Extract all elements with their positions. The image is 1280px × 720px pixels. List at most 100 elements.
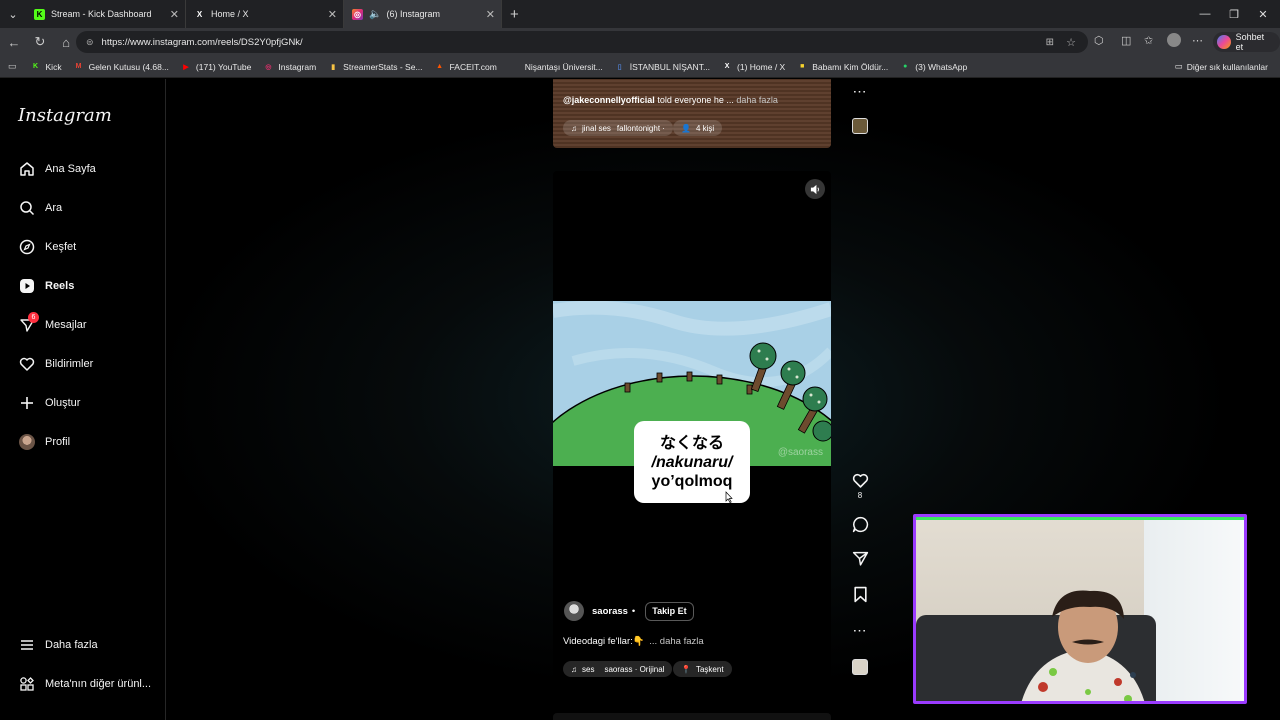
bookmark-istanbul-nisantasi[interactable]: ▯ İSTANBUL NİŞANT... xyxy=(615,62,710,72)
x-icon: X xyxy=(724,63,730,70)
close-icon[interactable]: ✕ xyxy=(170,8,179,21)
window-close-icon[interactable]: ✕ xyxy=(1248,0,1278,28)
sidebar-item-label: Oluştur xyxy=(45,397,81,409)
avatar[interactable] xyxy=(564,601,584,621)
bookmark-youtube[interactable]: ▶ (171) YouTube xyxy=(181,62,251,72)
subtitle-romaji: /nakunaru/ xyxy=(651,454,733,471)
sidebar-item-search[interactable]: Ara xyxy=(18,197,62,219)
faceit-icon: ▲ xyxy=(436,63,444,70)
current-reel-video[interactable]: なくなる /nakunaru/ yo’qolmoq @saorass saora… xyxy=(553,171,831,691)
bookmark-label: Instagram xyxy=(278,61,317,72)
tab-instagram[interactable]: ◎ 🔈 (6) Instagram ✕ xyxy=(344,0,502,28)
sidebar-item-label: Bildirimler xyxy=(45,358,94,370)
bookmark-whatsapp[interactable]: ● (3) WhatsApp xyxy=(900,62,967,72)
instagram-icon: ◎ xyxy=(265,63,272,71)
favorites-icon[interactable]: ✩ xyxy=(1144,34,1153,47)
volume-button[interactable] xyxy=(805,179,825,199)
extensions-icon[interactable]: ⬡ xyxy=(1094,34,1104,47)
location-pill[interactable]: 📍 Taşkent xyxy=(673,661,732,677)
more-options-icon[interactable]: ⋯ xyxy=(849,83,871,100)
other-bookmarks[interactable]: ▭ Diğer sık kullanılanlar xyxy=(1175,61,1268,72)
reload-icon[interactable]: ↻ xyxy=(28,30,52,54)
reel-username[interactable]: @jakeconnellyofficial xyxy=(563,95,655,105)
streamer-person xyxy=(1021,590,1145,701)
comment-button[interactable] xyxy=(849,516,871,533)
location-label: Taşkent xyxy=(695,664,724,674)
tagged-people-pill[interactable]: 👤 4 kişi xyxy=(673,120,723,136)
video-watermark: @saorass xyxy=(777,447,823,458)
reel-author-row: saorass • Takip Et xyxy=(564,601,694,621)
imdb-icon: ■ xyxy=(800,63,805,70)
back-icon[interactable]: ← xyxy=(2,30,26,54)
search-icon xyxy=(18,199,36,217)
instagram-logo[interactable]: Instagram xyxy=(18,105,112,126)
bookmark-nisantasi[interactable]: Nişantaşı Üniversit... xyxy=(525,62,603,72)
bookmark-instagram[interactable]: ◎ Instagram xyxy=(263,62,316,72)
home-icon[interactable]: ⌂ xyxy=(54,30,78,54)
url-field[interactable]: ⊜ https://www.instagram.com/reels/DS2Y0p… xyxy=(76,31,1088,53)
more-menu-icon[interactable]: ⋯ xyxy=(1192,34,1203,47)
profile-avatar[interactable] xyxy=(1167,33,1181,47)
tab-kick-dashboard[interactable]: K Stream - Kick Dashboard ✕ xyxy=(26,0,186,28)
subtitle-uzbek: yo’qolmoq xyxy=(651,473,733,490)
separator-dot: • xyxy=(631,605,636,617)
more-link[interactable]: daha fazla xyxy=(736,95,778,105)
site-info-icon[interactable]: ⊜ xyxy=(86,37,94,48)
copilot-button[interactable]: Sohbet et xyxy=(1213,32,1280,52)
copilot-label: Sohbet et xyxy=(1235,32,1265,52)
bookmark-kick[interactable]: K Kick xyxy=(31,62,62,72)
sidebar-item-profile[interactable]: Profil xyxy=(18,431,70,453)
webcam-overlay xyxy=(913,514,1247,704)
sidebar-item-messages[interactable]: 6 Mesajlar xyxy=(18,312,87,336)
close-icon[interactable]: ✕ xyxy=(328,8,337,21)
sidebar-item-label: Keşfet xyxy=(45,241,77,253)
tab-title: (6) Instagram xyxy=(386,9,440,19)
app-available-icon[interactable]: ⊞ xyxy=(1046,37,1054,48)
sidebar-item-meta[interactable]: Meta'nın diğer ürünl... xyxy=(18,673,151,695)
sidebar-item-more[interactable]: Daha fazla xyxy=(18,634,98,656)
favorite-star-icon[interactable]: ☆ xyxy=(1066,36,1076,49)
speaker-icon[interactable]: 🔈 xyxy=(369,9,381,20)
more-link[interactable]: ... daha fazla xyxy=(649,636,703,647)
tab-title: Stream - Kick Dashboard xyxy=(51,9,152,19)
tab-list-chevron-icon[interactable]: ⌄ xyxy=(0,0,26,28)
bookmark-streamerstats[interactable]: ▮ StreamerStats - Se... xyxy=(328,62,422,72)
split-screen-icon[interactable]: ◫ xyxy=(1121,34,1131,47)
tab-actions-icon[interactable]: ▭ xyxy=(8,61,17,72)
bookmark-gmail[interactable]: M Gelen Kutusu (4.68... xyxy=(74,62,169,72)
webcam-window xyxy=(1144,517,1244,701)
bookmark-label: Kick xyxy=(45,61,62,72)
new-tab-icon[interactable]: + xyxy=(510,6,519,23)
restore-icon[interactable]: ❐ xyxy=(1219,0,1249,28)
audio-pill[interactable]: ♫ jinal ses fallontonight · xyxy=(563,120,673,136)
bookmark-faceit[interactable]: ▲ FACEIT.com xyxy=(435,62,497,72)
follow-button[interactable]: Takip Et xyxy=(645,601,694,621)
save-button[interactable] xyxy=(849,586,871,603)
sidebar-item-create[interactable]: Oluştur xyxy=(18,392,80,414)
sidebar-item-home[interactable]: Ana Sayfa xyxy=(18,158,96,180)
audio-thumbnail[interactable] xyxy=(849,118,871,134)
sidebar-item-label: Mesajlar xyxy=(45,319,87,331)
sidebar-item-notifications[interactable]: Bildirimler xyxy=(18,353,93,375)
previous-reel[interactable]: @jakeconnellyofficial told everyone he .… xyxy=(553,79,831,148)
tab-home-x[interactable]: X Home / X ✕ xyxy=(186,0,344,28)
next-reel[interactable] xyxy=(553,713,831,720)
share-button[interactable] xyxy=(849,550,871,567)
close-icon[interactable]: ✕ xyxy=(486,8,495,21)
document-icon: ▯ xyxy=(617,63,622,71)
gmail-icon: M xyxy=(75,63,82,70)
reel-caption: @jakeconnellyofficial told everyone he .… xyxy=(563,95,778,105)
minimize-icon[interactable]: — xyxy=(1190,0,1220,28)
plus-icon xyxy=(18,394,36,412)
sidebar-item-explore[interactable]: Keşfet xyxy=(18,236,76,258)
reel-username[interactable]: saorass xyxy=(592,606,628,617)
audio-pill[interactable]: ♫ ses saorass · Orijinal xyxy=(563,661,673,677)
instagram-sidebar: Instagram Ana Sayfa Ara Keşfet Reels 6 M… xyxy=(0,79,166,720)
sidebar-item-reels[interactable]: Reels xyxy=(18,275,74,297)
bookmark-babami[interactable]: ■ Babamı Kim Öldür... xyxy=(797,62,888,72)
bookmark-label: FACEIT.com xyxy=(449,61,497,72)
like-button[interactable]: 8 xyxy=(849,472,871,500)
more-options-icon[interactable]: ⋯ xyxy=(849,622,871,639)
audio-thumbnail[interactable] xyxy=(849,659,871,675)
bookmark-x-home[interactable]: X (1) Home / X xyxy=(722,62,786,72)
